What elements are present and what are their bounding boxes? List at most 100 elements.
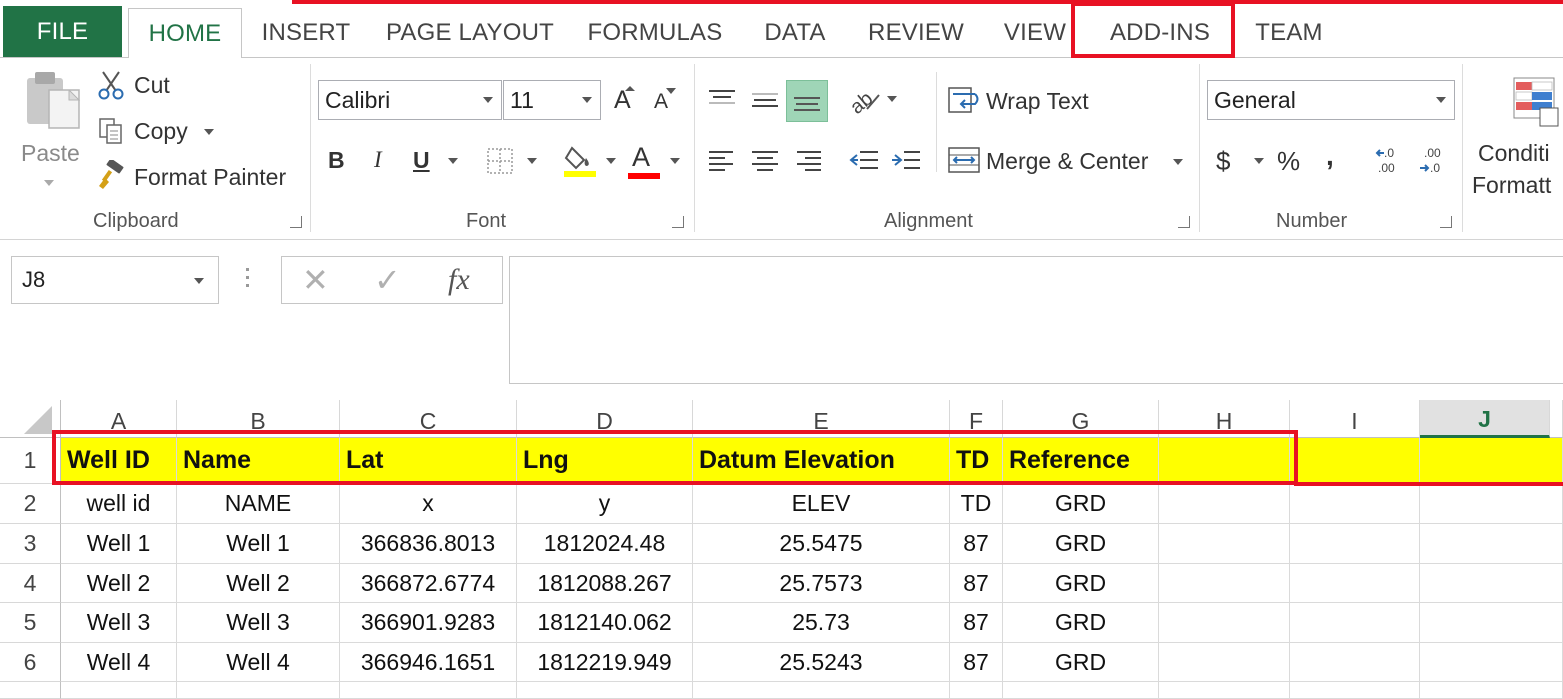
copy-dropdown-arrow[interactable] — [204, 129, 214, 135]
cell-j7[interactable] — [1420, 682, 1563, 699]
column-header-i[interactable]: I — [1290, 400, 1420, 438]
borders-icon[interactable] — [484, 146, 516, 176]
top-align-icon[interactable] — [704, 82, 740, 118]
copy-icon[interactable] — [96, 116, 126, 146]
cell-g7[interactable] — [1003, 682, 1159, 699]
decrease-indent-icon[interactable] — [846, 142, 882, 178]
cell-h3[interactable] — [1159, 524, 1290, 564]
number-launcher-icon[interactable] — [1440, 216, 1452, 228]
tab-page-layout[interactable]: PAGE LAYOUT — [380, 8, 560, 58]
cell-a3[interactable]: Well 1 — [61, 524, 177, 564]
row-header-1[interactable]: 1 — [0, 438, 61, 484]
cell-j1[interactable] — [1420, 438, 1563, 484]
cell-g4[interactable]: GRD — [1003, 564, 1159, 603]
tab-home[interactable]: HOME — [128, 8, 242, 59]
font-color-dropdown-arrow[interactable] — [670, 158, 680, 164]
cell-a5[interactable]: Well 3 — [61, 603, 177, 643]
cell-e5[interactable]: 25.73 — [693, 603, 950, 643]
cell-b2[interactable]: NAME — [177, 484, 340, 524]
cell-e6[interactable]: 25.5243 — [693, 643, 950, 682]
cell-b5[interactable]: Well 3 — [177, 603, 340, 643]
cell-i5[interactable] — [1290, 603, 1420, 643]
cell-h7[interactable] — [1159, 682, 1290, 699]
enter-entry-icon[interactable]: ✓ — [374, 261, 401, 299]
cell-e2[interactable]: ELEV — [693, 484, 950, 524]
cell-e1[interactable]: Datum Elevation — [693, 438, 950, 484]
paste-button-label[interactable]: Paste — [21, 140, 80, 167]
column-header-b[interactable]: B — [177, 400, 340, 438]
row-header-3[interactable]: 3 — [0, 524, 61, 564]
cell-d4[interactable]: 1812088.267 — [517, 564, 693, 603]
currency-button[interactable]: $ — [1216, 146, 1230, 177]
cell-a2[interactable]: well id — [61, 484, 177, 524]
column-header-g[interactable]: G — [1003, 400, 1159, 438]
column-header-f[interactable]: F — [950, 400, 1003, 438]
clipboard-launcher-icon[interactable] — [290, 216, 302, 228]
cut-icon[interactable] — [96, 70, 126, 100]
cell-j4[interactable] — [1420, 564, 1563, 603]
cell-c4[interactable]: 366872.6774 — [340, 564, 517, 603]
tab-insert[interactable]: INSERT — [252, 8, 360, 58]
cell-f4[interactable]: 87 — [950, 564, 1003, 603]
cell-b4[interactable]: Well 2 — [177, 564, 340, 603]
cell-i4[interactable] — [1290, 564, 1420, 603]
cell-c2[interactable]: x — [340, 484, 517, 524]
cell-f5[interactable]: 87 — [950, 603, 1003, 643]
cell-h6[interactable] — [1159, 643, 1290, 682]
comma-style-button[interactable]: , — [1326, 140, 1334, 172]
cell-a4[interactable]: Well 2 — [61, 564, 177, 603]
bottom-align-icon[interactable] — [786, 80, 828, 122]
cell-b3[interactable]: Well 1 — [177, 524, 340, 564]
cut-button[interactable]: Cut — [134, 72, 170, 99]
cancel-entry-icon[interactable]: ✕ — [302, 261, 329, 299]
increase-decimal-icon[interactable]: .0.00 — [1374, 144, 1408, 176]
cell-e7[interactable] — [693, 682, 950, 699]
italic-button[interactable]: I — [374, 147, 382, 173]
font-size-select[interactable]: 11 — [503, 80, 601, 120]
cell-g1[interactable]: Reference — [1003, 438, 1159, 484]
tab-view[interactable]: VIEW — [990, 8, 1080, 58]
tab-team[interactable]: TEAM — [1244, 8, 1334, 58]
borders-dropdown-arrow[interactable] — [527, 158, 537, 164]
cell-d3[interactable]: 1812024.48 — [517, 524, 693, 564]
cell-j6[interactable] — [1420, 643, 1563, 682]
copy-button[interactable]: Copy — [134, 118, 188, 145]
cell-i1[interactable] — [1290, 438, 1420, 484]
cell-g2[interactable]: GRD — [1003, 484, 1159, 524]
cell-i2[interactable] — [1290, 484, 1420, 524]
wrap-text-button[interactable]: Wrap Text — [986, 88, 1089, 115]
cell-h1[interactable] — [1159, 438, 1290, 484]
cell-f2[interactable]: TD — [950, 484, 1003, 524]
insert-function-icon[interactable]: fx — [448, 263, 470, 297]
cell-a6[interactable]: Well 4 — [61, 643, 177, 682]
cell-f6[interactable]: 87 — [950, 643, 1003, 682]
cell-f7[interactable] — [950, 682, 1003, 699]
row-header-2[interactable]: 2 — [0, 484, 61, 524]
cell-a1[interactable]: Well ID — [61, 438, 177, 484]
select-all-corner[interactable] — [0, 400, 61, 438]
cell-c7[interactable] — [340, 682, 517, 699]
column-header-d[interactable]: D — [517, 400, 693, 438]
font-name-select[interactable]: Calibri — [318, 80, 502, 120]
paste-dropdown-arrow[interactable] — [44, 180, 54, 186]
number-format-select[interactable]: General — [1207, 80, 1455, 120]
column-header-k[interactable] — [1550, 400, 1563, 438]
bold-button[interactable]: B — [328, 147, 345, 174]
cell-f3[interactable]: 87 — [950, 524, 1003, 564]
cell-j2[interactable] — [1420, 484, 1563, 524]
orientation-dropdown-arrow[interactable] — [887, 96, 897, 102]
cell-d5[interactable]: 1812140.062 — [517, 603, 693, 643]
conditional-formatting-icon[interactable] — [1512, 72, 1560, 128]
wrap-text-icon[interactable] — [946, 84, 982, 116]
orientation-icon[interactable]: ab — [846, 82, 882, 118]
cell-j3[interactable] — [1420, 524, 1563, 564]
tab-file[interactable]: FILE — [3, 6, 122, 58]
underline-dropdown-arrow[interactable] — [448, 158, 458, 164]
fill-color-dropdown-arrow[interactable] — [606, 158, 616, 164]
middle-align-icon[interactable] — [747, 82, 783, 118]
cell-b7[interactable] — [177, 682, 340, 699]
cell-e4[interactable]: 25.7573 — [693, 564, 950, 603]
cell-h2[interactable] — [1159, 484, 1290, 524]
currency-dropdown-arrow[interactable] — [1254, 158, 1264, 164]
column-header-h[interactable]: H — [1159, 400, 1290, 438]
